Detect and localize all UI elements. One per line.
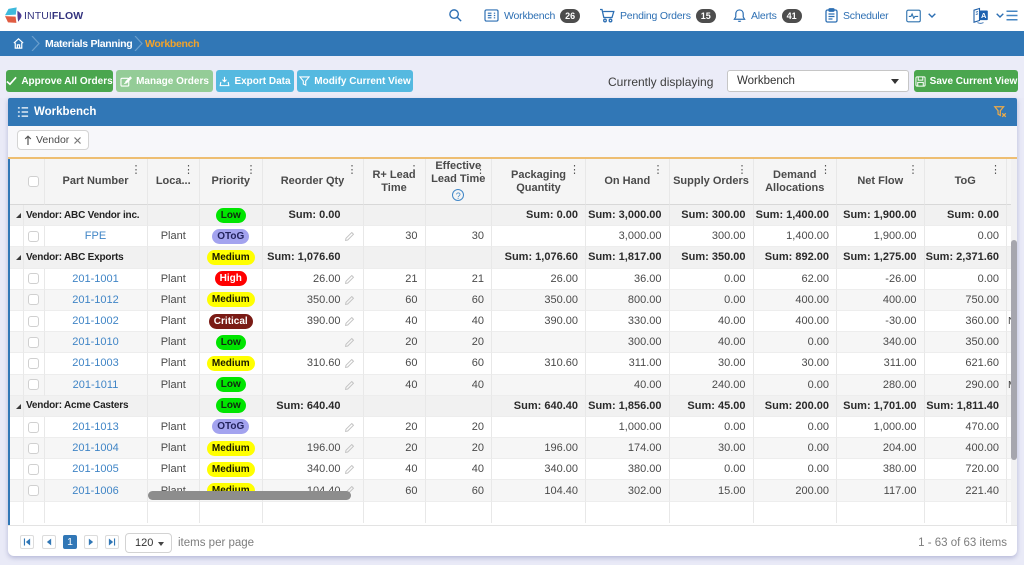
- svg-text:A: A: [981, 11, 987, 20]
